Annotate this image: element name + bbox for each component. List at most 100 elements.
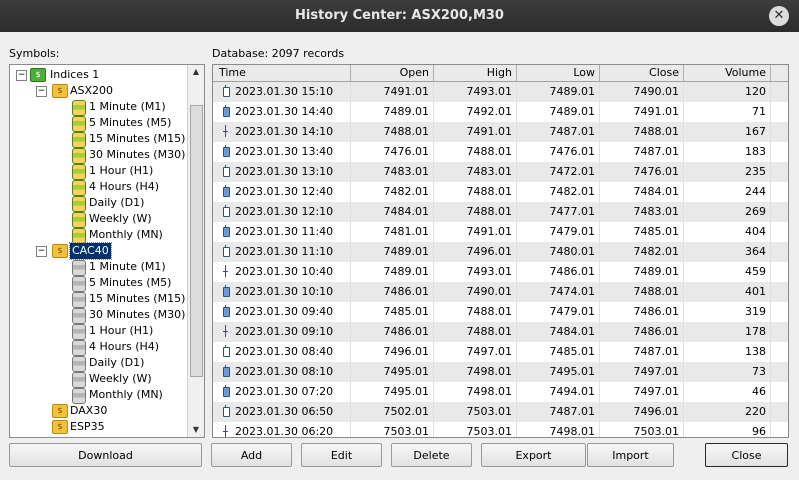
column-header-open[interactable]: Open [351,65,434,81]
cell-time: 2023.01.30 13:10 [213,162,351,182]
cell-open: 7488.01 [351,122,434,142]
table-row[interactable]: 2023.01.30 13:40 7476.01 7488.01 7476.01 748… [213,142,788,162]
tree-item-label: 30 Minutes (M30) [89,308,186,321]
cell-close: 7487.01 [600,142,684,162]
table-row[interactable]: 2023.01.30 14:40 7489.01 7492.01 7489.01 749… [213,102,788,122]
dollar-folder-icon: $ [52,420,68,434]
cell-open: 7495.01 [351,382,434,402]
cell-time: 2023.01.30 12:40 [213,182,351,202]
table-row[interactable]: 2023.01.30 12:40 7482.01 7488.01 7482.01 748… [213,182,788,202]
table-row[interactable]: 2023.01.30 08:10 7495.01 7498.01 7495.01 749… [213,362,788,382]
add-button[interactable]: Add [211,443,292,467]
table-row[interactable]: 2023.01.30 13:10 7483.01 7483.01 7472.01 747… [213,162,788,182]
tree-item-label: Monthly (MN) [89,388,163,401]
table-row[interactable]: 2023.01.30 09:40 7485.01 7488.01 7479.01 748… [213,302,788,322]
cell-open: 7491.01 [351,82,434,102]
database-icon [72,292,86,308]
table-row[interactable]: 2023.01.30 11:40 7481.01 7491.01 7479.01 748… [213,222,788,242]
import-button[interactable]: Import [587,443,674,467]
cell-time: 2023.01.30 06:20 [213,422,351,437]
cell-high: 7498.01 [434,382,517,402]
cell-volume: 46 [684,382,771,402]
cell-open: 7482.01 [351,182,434,202]
dollar-folder-icon: $ [52,404,68,418]
delete-button[interactable]: Delete [391,443,472,467]
table-row[interactable]: 2023.01.30 11:10 7489.01 7496.01 7480.01 748… [213,242,788,262]
table-row[interactable]: 2023.01.30 12:10 7484.01 7488.01 7477.01 748… [213,202,788,222]
export-button[interactable]: Export [481,443,586,467]
cell-volume: 401 [684,282,771,302]
database-icon [72,180,86,196]
download-button[interactable]: Download [9,443,202,467]
scroll-up-icon[interactable]: ▲ [188,65,204,79]
cell-low: 7484.01 [517,322,600,342]
cell-close: 7491.01 [600,102,684,122]
collapse-toggle-icon[interactable]: − [16,70,27,81]
cell-close: 7497.01 [600,362,684,382]
cell-low: 7494.01 [517,382,600,402]
tree-item-label: 5 Minutes (M5) [89,116,172,129]
cell-high: 7497.01 [434,342,517,362]
table-row[interactable]: 2023.01.30 10:40 7489.01 7493.01 7486.01 748… [213,262,788,282]
table-row[interactable]: 2023.01.30 14:10 7488.01 7491.01 7487.01 748… [213,122,788,142]
table-row[interactable]: 2023.01.30 06:50 7502.01 7503.01 7487.01 749… [213,402,788,422]
cell-close: 7483.01 [600,202,684,222]
cell-volume: 96 [684,422,771,437]
tree-item-label: 4 Hours (H4) [89,180,160,193]
cell-open: 7503.01 [351,422,434,437]
close-button[interactable]: Close [705,443,788,467]
cell-time: 2023.01.30 07:20 [213,382,351,402]
table-header: Time Open High Low Close Volume [213,65,788,82]
cell-time: 2023.01.30 12:10 [213,202,351,222]
cell-volume: 459 [684,262,771,282]
scroll-down-icon[interactable]: ▼ [188,423,204,437]
edit-button[interactable]: Edit [301,443,382,467]
column-header-time[interactable]: Time [213,65,351,81]
table-row[interactable]: 2023.01.30 10:10 7486.01 7490.01 7474.01 748… [213,282,788,302]
window-title: History Center: ASX200,M30 [295,8,504,23]
cell-time: 2023.01.30 13:40 [213,142,351,162]
cell-time: 2023.01.30 14:10 [213,122,351,142]
table-row[interactable]: 2023.01.30 09:10 7486.01 7488.01 7484.01 748… [213,322,788,342]
cell-open: 7486.01 [351,322,434,342]
history-table[interactable]: Time Open High Low Close Volume 2023.01.30 15… [212,64,789,438]
table-row[interactable]: 2023.01.30 07:20 7495.01 7498.01 7494.01 749… [213,382,788,402]
column-header-volume[interactable]: Volume [684,65,771,81]
cell-volume: 73 [684,362,771,382]
cell-volume: 269 [684,202,771,222]
dollar-folder-icon: $ [52,244,68,258]
cell-high: 7503.01 [434,422,517,437]
cell-volume: 319 [684,302,771,322]
scrollbar-thumb[interactable] [190,105,203,377]
tree-scrollbar[interactable]: ▲ ▼ [187,65,204,437]
table-row[interactable]: 2023.01.30 06:20 7503.01 7503.01 7498.01 750… [213,422,788,437]
cell-close: 7503.01 [600,422,684,437]
cell-high: 7492.01 [434,102,517,122]
cell-high: 7493.01 [434,262,517,282]
tree-item-label: 4 Hours (H4) [89,340,160,353]
cell-open: 7476.01 [351,142,434,162]
cell-low: 7476.01 [517,142,600,162]
database-icon [72,164,86,180]
database-icon [72,228,86,244]
symbols-label: Symbols: [9,47,60,60]
database-icon [72,132,86,148]
cell-open: 7489.01 [351,242,434,262]
cell-high: 7483.01 [434,162,517,182]
cell-close: 7497.01 [600,382,684,402]
column-header-close[interactable]: Close [600,65,684,81]
column-header-low[interactable]: Low [517,65,600,81]
cell-open: 7486.01 [351,282,434,302]
cell-low: 7489.01 [517,82,600,102]
close-icon[interactable]: ✕ [769,6,789,26]
cell-volume: 167 [684,122,771,142]
table-row[interactable]: 2023.01.30 15:10 7491.01 7493.01 7489.01 749… [213,82,788,102]
collapse-toggle-icon[interactable]: − [36,86,47,97]
column-header-high[interactable]: High [434,65,517,81]
symbols-tree[interactable]: − $ Indices 1− $ ASX200 1 Minute (M1) 5 Minute… [9,64,205,438]
table-row[interactable]: 2023.01.30 08:40 7496.01 7497.01 7485.01 748… [213,342,788,362]
tree-item-label: Weekly (W) [89,212,152,225]
cell-low: 7479.01 [517,302,600,322]
collapse-toggle-icon[interactable]: − [36,246,47,257]
cell-volume: 220 [684,402,771,422]
